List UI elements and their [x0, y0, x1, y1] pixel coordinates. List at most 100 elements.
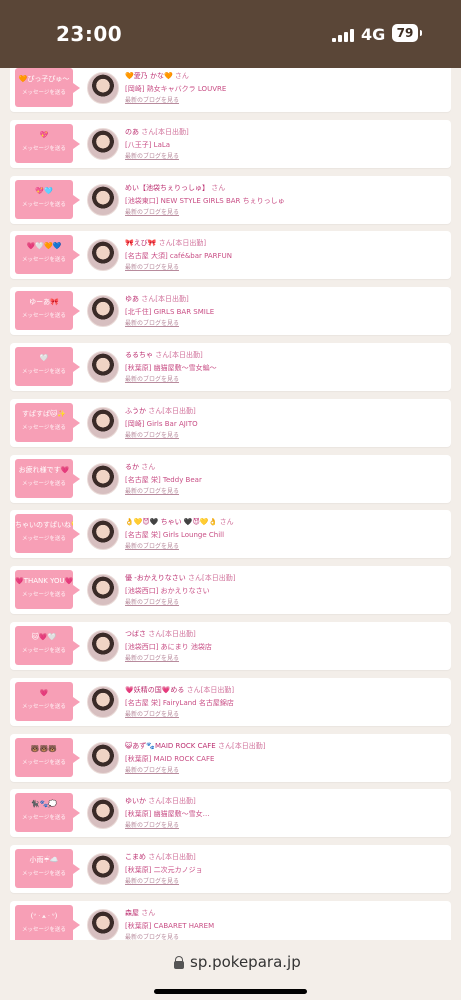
- list-item[interactable]: 🐱💗🤍 メッセージを送る つばさ さん[本日出勤] [池袋西口] あにまり 池袋店 最新…: [10, 622, 451, 670]
- latest-blog-link[interactable]: 最新のブログを見る: [125, 432, 179, 440]
- avatar[interactable]: [87, 574, 119, 607]
- avatar[interactable]: [87, 127, 119, 160]
- avatar[interactable]: [87, 183, 119, 216]
- send-message-button[interactable]: 🧡ぴっ子ぴゅ〜 メッセージを送る: [15, 68, 80, 107]
- list-item[interactable]: ゆーあ🎀 メッセージを送る ゆあ さん[本日出勤] [北千住] GIRLS BAR S…: [10, 287, 451, 336]
- avatar[interactable]: [87, 406, 119, 439]
- url-text[interactable]: sp.pokepara.jp: [190, 953, 301, 971]
- send-message-button[interactable]: 💗 メッセージを送る: [15, 681, 80, 721]
- latest-blog-link[interactable]: 最新のブログを見る: [125, 822, 179, 830]
- shop-name-link[interactable]: [八王子] LaLa: [125, 140, 441, 150]
- send-message-button[interactable]: 💗THANK YOU💗 メッセージを送る: [15, 570, 80, 610]
- list-item[interactable]: すぱすぱ🐱✨ メッセージを送る ふうか さん[本日出勤] [岡崎] Girls Bar…: [10, 398, 451, 447]
- latest-blog-link[interactable]: 最新のブログを見る: [125, 878, 179, 886]
- cast-name-link[interactable]: 優 -おかえりなさい: [125, 574, 186, 582]
- send-message-button[interactable]: 🐈‍⬛🐾💭 メッセージを送る: [15, 793, 80, 833]
- avatar[interactable]: [87, 853, 119, 886]
- avatar[interactable]: [87, 239, 119, 272]
- shop-name-link[interactable]: [池袋西口] あにまり 池袋店: [125, 642, 441, 652]
- cast-name-link[interactable]: のあ: [125, 128, 139, 136]
- list-item[interactable]: お疲れ様です💗 メッセージを送る るか さん [名古屋 栄] Teddy Bear 最新…: [10, 454, 451, 503]
- list-item[interactable]: 💗🤍🧡💙 メッセージを送る 🎀えび🎀 さん[本日出勤] [名古屋 大須] café&b…: [10, 231, 451, 280]
- cast-name-link[interactable]: 😺あず🐾MAID ROCK CAFE: [125, 742, 216, 750]
- cast-name-link[interactable]: 森屋: [125, 909, 139, 917]
- avatar[interactable]: [87, 518, 119, 551]
- latest-blog-link[interactable]: 最新のブログを見る: [125, 153, 179, 161]
- shop-name-link[interactable]: [池袋西口] おかえりなさい: [125, 586, 441, 596]
- list-item[interactable]: 🧡ぴっ子ぴゅ〜 メッセージを送る 🧡愛乃 かな🧡 さん [岡崎] 熟女キャバクラ LO…: [10, 68, 451, 112]
- send-message-button[interactable]: ちゃいのすぱいね💛😈🖤 メッセージを送る: [15, 514, 80, 554]
- shop-name-link[interactable]: [名古屋 大須] café&bar PARFUN: [125, 251, 441, 261]
- list-item[interactable]: (ᐡ ᐧ ﻌ ᐧ ᐡ) メッセージを送る 森屋 さん [秋葉原] CABARET HA…: [10, 901, 451, 940]
- home-indicator[interactable]: [154, 989, 307, 994]
- send-message-button[interactable]: 💖 メッセージを送る: [15, 123, 80, 163]
- cast-name-link[interactable]: るか: [125, 463, 139, 471]
- send-message-button[interactable]: (ᐡ ᐧ ﻌ ᐧ ᐡ) メッセージを送る: [15, 905, 80, 940]
- avatar[interactable]: [87, 685, 119, 718]
- cast-name-link[interactable]: 💗妖精の国💗める: [125, 686, 184, 694]
- cast-name-link[interactable]: つばさ: [125, 630, 146, 638]
- shop-name-link[interactable]: [池袋東口] NEW STYLE GIRLS BAR ちぇりっしゅ: [125, 196, 441, 206]
- send-message-button[interactable]: 🐻🐻🐻 メッセージを送る: [15, 737, 80, 777]
- avatar[interactable]: [87, 797, 119, 830]
- send-message-button[interactable]: すぱすぱ🐱✨ メッセージを送る: [15, 402, 80, 442]
- avatar[interactable]: [87, 72, 119, 104]
- list-item[interactable]: 🐈‍⬛🐾💭 メッセージを送る ゆいか さん[本日出勤] [秋葉原] 幽猫屋敷〜雪女… 最…: [10, 789, 451, 838]
- list-item[interactable]: 💖 メッセージを送る のあ さん[本日出勤] [八王子] LaLa 最新のブログを見る: [10, 119, 451, 168]
- send-message-button[interactable]: 🐱💗🤍 メッセージを送る: [15, 626, 80, 665]
- cast-name-link[interactable]: 🎀えび🎀: [125, 239, 156, 247]
- latest-blog-link[interactable]: 最新のブログを見る: [125, 767, 179, 775]
- avatar[interactable]: [87, 909, 119, 940]
- list-item[interactable]: 💗THANK YOU💗 メッセージを送る 優 -おかえりなさい さん[本日出勤] [池…: [10, 566, 451, 615]
- lock-icon: [174, 956, 184, 969]
- send-message-button[interactable]: 🤍 メッセージを送る: [15, 347, 80, 386]
- latest-blog-link[interactable]: 最新のブログを見る: [125, 599, 179, 607]
- shop-name-link[interactable]: [秋葉原] 幽猫屋敷〜雪女編〜: [125, 363, 441, 373]
- send-message-button[interactable]: 💗🤍🧡💙 メッセージを送る: [15, 235, 80, 275]
- cast-name-link[interactable]: ゆあ: [125, 295, 139, 303]
- cast-status: さん: [141, 909, 156, 917]
- shop-name-link[interactable]: [北千住] GIRLS BAR SMILE: [125, 307, 441, 317]
- avatar[interactable]: [87, 630, 119, 662]
- latest-blog-link[interactable]: 最新のブログを見る: [125, 543, 179, 551]
- cast-name-link[interactable]: るるちゃ: [125, 351, 153, 359]
- shop-name-link[interactable]: [名古屋 栄] Teddy Bear: [125, 475, 441, 485]
- shop-name-link[interactable]: [秋葉原] MAID ROCK CAFE: [125, 754, 441, 764]
- latest-blog-link[interactable]: 最新のブログを見る: [125, 488, 179, 496]
- shop-name-link[interactable]: [名古屋 栄] Girls Lounge Chill: [125, 530, 441, 540]
- latest-blog-link[interactable]: 最新のブログを見る: [125, 711, 179, 719]
- shop-name-link[interactable]: [岡崎] 熟女キャバクラ LOUVRE: [125, 84, 441, 94]
- latest-blog-link[interactable]: 最新のブログを見る: [125, 655, 179, 663]
- latest-blog-link[interactable]: 最新のブログを見る: [125, 264, 179, 272]
- list-item[interactable]: 🤍 メッセージを送る るるちゃ さん[本日出勤] [秋葉原] 幽猫屋敷〜雪女編〜 最新の…: [10, 343, 451, 391]
- cast-name-link[interactable]: 🧡愛乃 かな🧡: [125, 72, 173, 80]
- latest-blog-link[interactable]: 最新のブログを見る: [125, 320, 179, 328]
- cast-name-link[interactable]: ふうか: [125, 407, 146, 415]
- avatar[interactable]: [87, 462, 119, 495]
- cast-name-link[interactable]: こまめ: [125, 853, 146, 861]
- latest-blog-link[interactable]: 最新のブログを見る: [125, 376, 179, 384]
- message-deco-text: すぱすぱ🐱✨: [21, 409, 66, 418]
- shop-name-link[interactable]: [岡崎] Girls Bar AJITO: [125, 419, 441, 429]
- avatar[interactable]: [87, 351, 119, 383]
- latest-blog-link[interactable]: 最新のブログを見る: [125, 97, 179, 105]
- send-message-button[interactable]: 💖🩵 メッセージを送る: [15, 179, 80, 219]
- send-message-button[interactable]: お疲れ様です💗 メッセージを送る: [15, 458, 80, 498]
- send-message-button[interactable]: ゆーあ🎀 メッセージを送る: [15, 291, 80, 331]
- list-item[interactable]: 小雨☔☁️ メッセージを送る こまめ さん[本日出勤] [秋葉原] 二次元カノジョ 最新…: [10, 845, 451, 894]
- shop-name-link[interactable]: [秋葉原] CABARET HAREM: [125, 921, 441, 931]
- list-item[interactable]: 💖🩵 メッセージを送る めい【池袋ちぇりっしゅ】 さん [池袋東口] NEW STYL…: [10, 175, 451, 224]
- cast-name-link[interactable]: めい【池袋ちぇりっしゅ】: [125, 184, 209, 192]
- send-message-button[interactable]: 小雨☔☁️ メッセージを送る: [15, 849, 80, 889]
- list-item[interactable]: ちゃいのすぱいね💛😈🖤 メッセージを送る 👌💛😈🖤 ちゃい 🖤😈💛👌 さん [名古屋 …: [10, 510, 451, 559]
- list-item[interactable]: 💗 メッセージを送る 💗妖精の国💗める さん[本日出勤] [名古屋 栄] FairyL…: [10, 677, 451, 726]
- cast-name-link[interactable]: 👌💛😈🖤 ちゃい 🖤😈💛👌: [125, 518, 217, 526]
- avatar[interactable]: [87, 295, 119, 328]
- cast-name-link[interactable]: ゆいか: [125, 797, 146, 805]
- shop-name-link[interactable]: [名古屋 栄] FairyLand 名古屋錦店: [125, 698, 441, 708]
- shop-name-link[interactable]: [秋葉原] 二次元カノジョ: [125, 865, 441, 875]
- shop-name-link[interactable]: [秋葉原] 幽猫屋敷〜雪女…: [125, 809, 441, 819]
- latest-blog-link[interactable]: 最新のブログを見る: [125, 209, 179, 217]
- list-item[interactable]: 🐻🐻🐻 メッセージを送る 😺あず🐾MAID ROCK CAFE さん[本日出勤] [秋…: [10, 733, 451, 782]
- avatar[interactable]: [87, 741, 119, 774]
